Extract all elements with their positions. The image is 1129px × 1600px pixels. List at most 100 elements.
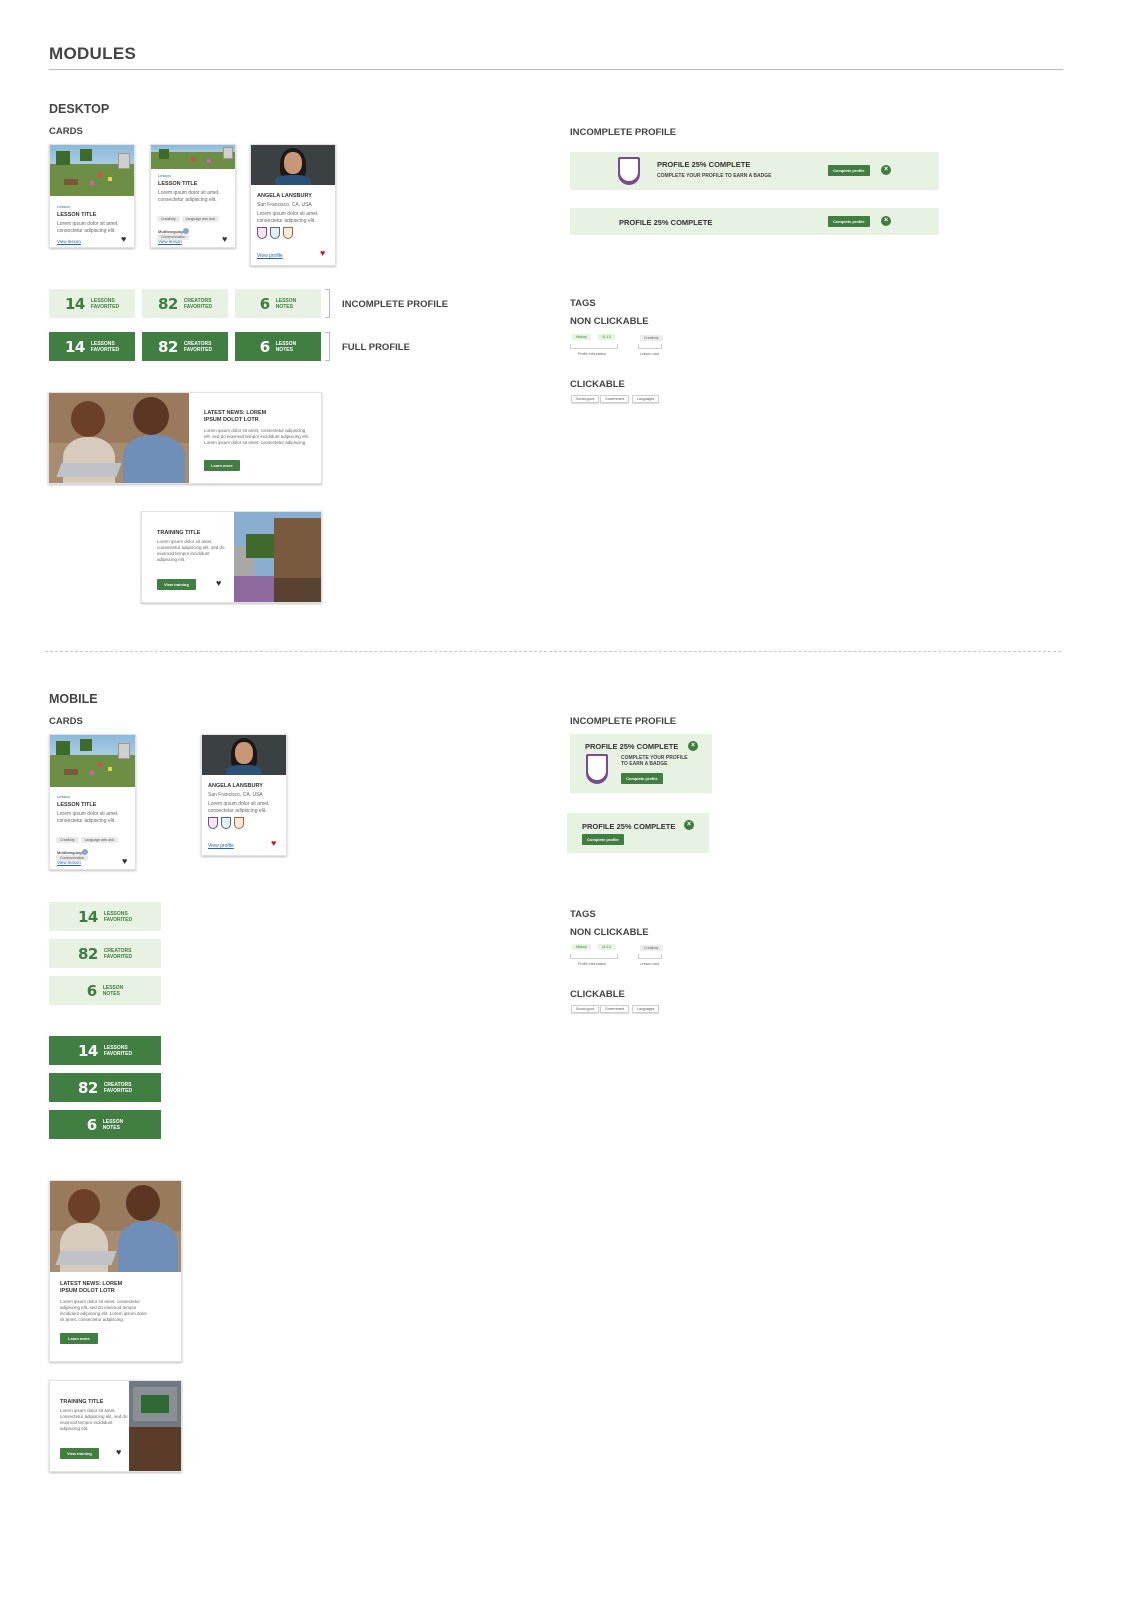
tag-caption: Profile information (578, 962, 607, 966)
close-icon[interactable]: × (688, 741, 698, 751)
news-title: LATEST NEWS: LOREM IPSUM DOLOT LOTR (204, 410, 266, 424)
tag-clickable[interactable]: Social good (571, 1005, 600, 1013)
training-image (129, 1381, 181, 1471)
profile-progress-title: PROFILE 25% COMPLETE (585, 742, 679, 751)
tag-non-clickable: Creativity (640, 335, 663, 341)
badge-icon (234, 817, 244, 829)
tag-clickable[interactable]: Government (600, 395, 630, 403)
creator-card[interactable]: ANGELA LANSBURY San Francisco, CA, USA L… (250, 144, 336, 266)
training-title: TRAINING TITLE (60, 1399, 104, 1405)
creator-photo (202, 735, 286, 775)
heart-icon[interactable]: ♥ (222, 235, 227, 244)
stat-number: 14 (64, 337, 85, 356)
view-training-button[interactable]: View training (60, 1448, 99, 1459)
tag-clickable[interactable]: Government (600, 1005, 630, 1013)
view-lesson-link[interactable]: View lesson (57, 239, 81, 244)
stat-lesson-notes: 6 LESSON NOTES (235, 332, 321, 361)
complete-profile-button[interactable]: Complete profile (828, 216, 870, 227)
lesson-description: Lorem ipsum dolor sit amet, consectetur … (57, 811, 119, 824)
stat-number: 14 (77, 907, 98, 926)
tag: Creativity (157, 216, 180, 222)
creator-location: San Francisco, CA, USA (257, 202, 312, 208)
learn-more-button[interactable]: Learn more (60, 1333, 98, 1344)
tag: Language arts and (80, 837, 118, 843)
complete-profile-button[interactable]: Complete profile (582, 834, 624, 845)
desktop-clickable-label: CLICKABLE (570, 379, 625, 390)
desktop-cards-label: CARDS (49, 126, 83, 137)
stat-label: FAVORITED (103, 1087, 133, 1094)
view-profile-link[interactable]: View profile (257, 253, 283, 259)
creator-description: Lorem ipsum dolor sit amet, consectetur … (257, 211, 319, 224)
badge-icon (257, 227, 267, 239)
heart-icon[interactable]: ♥ (271, 839, 276, 848)
complete-profile-button[interactable]: Complete profile (828, 165, 870, 176)
stat-number: 6 (86, 1115, 97, 1134)
badge-icon (208, 817, 218, 829)
title-divider (49, 69, 1063, 70)
creator-card[interactable]: ANGELA LANSBURY San Francisco, CA, USA L… (201, 734, 287, 856)
view-lesson-link[interactable]: View lesson (158, 239, 182, 244)
shield-icon (586, 754, 608, 784)
lesson-card[interactable]: Lesson LESSON TITLE Lorem ipsum dolor si… (49, 144, 135, 248)
stat-lessons-favorited: 14 LESSONS FAVORITED (49, 332, 135, 361)
stat-number: 6 (86, 981, 97, 1000)
profile-progress-title: PROFILE 25% COMPLETE (582, 822, 676, 831)
lesson-card-with-tags[interactable]: Lesson LESSON TITLE Lorem ipsum dolor si… (150, 144, 236, 248)
stat-number: 82 (77, 1078, 98, 1097)
incomplete-profile-label: INCOMPLETE PROFILE (342, 299, 449, 310)
complete-profile-button[interactable]: Complete profile (621, 773, 663, 784)
mobile-non-clickable-label: NON CLICKABLE (570, 927, 649, 938)
news-card: LATEST NEWS: LOREM IPSUM DOLOT LOTR Lorem… (49, 1180, 182, 1362)
learn-more-button[interactable]: Learn more (204, 460, 240, 471)
heart-icon[interactable]: ♥ (122, 857, 127, 866)
stat-label: FAVORITED (90, 346, 120, 353)
lesson-card[interactable]: Lesson LESSON TITLE Lorem ipsum dolor si… (49, 734, 136, 870)
view-training-button[interactable]: View training (157, 579, 196, 590)
training-card: TRAINING TITLE Lorem ipsum dolor sit ame… (141, 511, 322, 603)
heart-icon[interactable]: ♥ (116, 1448, 121, 1457)
heart-icon[interactable]: ♥ (216, 579, 221, 588)
section-divider (45, 651, 1061, 652)
creator-name: ANGELA LANSBURY (257, 193, 312, 199)
stat-label: FAVORITED (183, 303, 213, 310)
training-body: Lorem ipsum dolor sit amet, consectetur … (157, 539, 225, 563)
close-icon[interactable]: × (881, 165, 891, 175)
view-profile-link[interactable]: View profile (208, 843, 234, 849)
stat-number: 6 (259, 337, 270, 356)
subtitle-line: TO EARN A BADGE (621, 761, 668, 767)
close-icon[interactable]: × (881, 216, 891, 226)
full-profile-label: FULL PROFILE (342, 342, 410, 353)
stat-number: 14 (64, 294, 85, 313)
lesson-thumbnail (50, 735, 135, 787)
news-title-line: IPSUM DOLOT LOTR (204, 417, 259, 424)
creator-name: ANGELA LANSBURY (208, 783, 263, 789)
tag: Language arts and (181, 216, 219, 222)
desktop-heading: DESKTOP (49, 102, 110, 116)
tag-clickable[interactable]: Languages (632, 1005, 660, 1013)
close-icon[interactable]: × (684, 820, 694, 830)
profile-progress-title: PROFILE 25% COMPLETE (619, 218, 713, 227)
stat-label: FAVORITED (103, 1050, 133, 1057)
stat-label: FAVORITED (103, 953, 133, 960)
tag-clickable[interactable]: Languages (632, 395, 660, 403)
training-image (234, 512, 321, 602)
stat-lesson-notes: 6 LESSON NOTES (49, 976, 161, 1005)
news-photo (49, 393, 189, 483)
globe-icon (82, 849, 88, 855)
tag: Creativity (56, 837, 79, 843)
profile-progress-subtitle: COMPLETE YOUR PROFILE TO EARN A BADGE (621, 755, 688, 767)
page-title: MODULES (49, 44, 137, 63)
bracket (325, 289, 330, 318)
creator-location: San Francisco, CA, USA (208, 792, 263, 798)
view-lesson-link[interactable]: View lesson (57, 860, 81, 865)
stat-label: FAVORITED (90, 303, 120, 310)
stat-label: FAVORITED (183, 346, 213, 353)
heart-icon[interactable]: ♥ (320, 249, 325, 258)
news-title-line: LATEST NEWS: LOREM (204, 410, 267, 416)
badge-icon (283, 227, 293, 239)
lesson-eyebrow: Lesson (158, 173, 171, 178)
caption-bracket (638, 954, 662, 959)
heart-icon[interactable]: ♥ (121, 235, 126, 244)
tag-clickable[interactable]: Social good (571, 395, 600, 403)
language-meta: Multilanguage (158, 229, 185, 234)
